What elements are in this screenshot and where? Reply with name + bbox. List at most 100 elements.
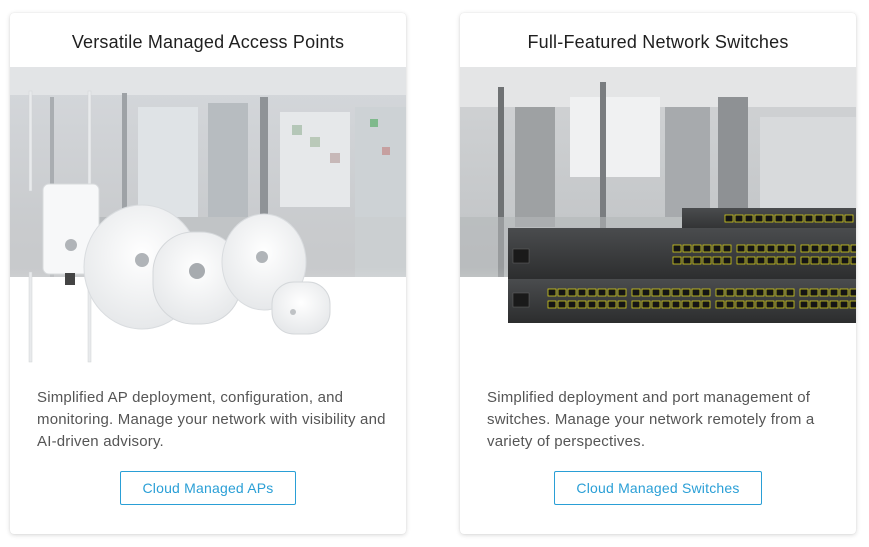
switch-port	[800, 244, 810, 253]
switch-port	[672, 256, 682, 265]
switch-port	[557, 300, 567, 309]
switch-port	[810, 244, 820, 253]
network-switches-card: Full-Featured Network Switches Simplifie…	[460, 13, 856, 534]
switch-port	[641, 300, 651, 309]
switch-port	[766, 244, 776, 253]
switch-port	[682, 256, 692, 265]
switch-port	[834, 214, 844, 223]
switch-port	[744, 214, 754, 223]
switch-port	[607, 288, 617, 297]
switch-port	[587, 288, 597, 297]
switch-port	[617, 288, 627, 297]
switch-port	[712, 244, 722, 253]
switch-port	[800, 256, 810, 265]
switch-port	[824, 214, 834, 223]
switch-port	[830, 244, 840, 253]
switch-port	[840, 244, 850, 253]
switch-port	[785, 300, 795, 309]
cloud-managed-switches-button[interactable]: Cloud Managed Switches	[554, 471, 762, 505]
cloud-managed-aps-button[interactable]: Cloud Managed APs	[120, 471, 296, 505]
switch-port	[784, 214, 794, 223]
switch-port	[774, 214, 784, 223]
switch-port	[715, 300, 725, 309]
switch-port	[712, 256, 722, 265]
switch-port	[809, 300, 819, 309]
switch-port	[776, 244, 786, 253]
switch-port	[725, 288, 735, 297]
switch-port	[631, 288, 641, 297]
switch-port	[766, 256, 776, 265]
card-description: Simplified AP deployment, configuration,…	[37, 389, 386, 450]
switch-port	[794, 214, 804, 223]
switch-port	[850, 256, 856, 265]
switch-port	[661, 300, 671, 309]
switch-port	[839, 300, 849, 309]
switch-port	[819, 288, 829, 297]
switch-port	[587, 300, 597, 309]
switch-port	[764, 214, 774, 223]
card-title: Full-Featured Network Switches	[527, 32, 789, 52]
switch-port	[820, 244, 830, 253]
switch-port	[736, 244, 746, 253]
switch-port	[820, 256, 830, 265]
switch-port	[745, 300, 755, 309]
access-points-card: Versatile Managed Access Points Simplifi…	[10, 13, 406, 534]
switch-port	[810, 256, 820, 265]
switch-port	[701, 288, 711, 297]
switch-port	[567, 300, 577, 309]
switch-port	[839, 288, 849, 297]
card-title: Versatile Managed Access Points	[71, 32, 345, 52]
switch-port	[702, 244, 712, 253]
switch-port	[691, 288, 701, 297]
network-switches-image	[460, 67, 856, 367]
switch-port	[765, 300, 775, 309]
switch-port	[567, 288, 577, 297]
switch-port	[722, 256, 732, 265]
switch-port	[850, 244, 856, 253]
switch-port	[701, 300, 711, 309]
switch-port	[799, 288, 809, 297]
switch-port	[840, 256, 850, 265]
switch-port	[547, 300, 557, 309]
access-points-image	[10, 67, 406, 367]
switch-port	[681, 288, 691, 297]
switch-port	[722, 244, 732, 253]
card-description: Simplified deployment and port managemen…	[487, 389, 815, 450]
switch-port	[786, 256, 796, 265]
switch-port	[775, 300, 785, 309]
switch-port	[577, 288, 587, 297]
switch-port	[799, 300, 809, 309]
switch-port	[557, 288, 567, 297]
switch-port	[692, 244, 702, 253]
switch-port	[755, 288, 765, 297]
switch-port	[672, 244, 682, 253]
switch-port	[607, 300, 617, 309]
switch-port	[715, 288, 725, 297]
switch-port	[661, 288, 671, 297]
switch-port	[754, 214, 764, 223]
switch-port	[745, 288, 755, 297]
switch-port	[735, 300, 745, 309]
switch-port	[765, 288, 775, 297]
switch-port	[724, 214, 734, 223]
switch-port	[734, 214, 744, 223]
switch-port	[786, 244, 796, 253]
switch-port	[651, 288, 661, 297]
switch-port	[597, 288, 607, 297]
switch-port	[631, 300, 641, 309]
switch-port	[829, 288, 839, 297]
switch-port	[776, 256, 786, 265]
switch-port	[735, 288, 745, 297]
switch-port	[755, 300, 765, 309]
switch-port	[756, 244, 766, 253]
switch-port	[681, 300, 691, 309]
switch-port	[692, 256, 702, 265]
switch-port	[746, 256, 756, 265]
switch-port	[671, 300, 681, 309]
switch-port	[641, 288, 651, 297]
switch-port	[617, 300, 627, 309]
switch-port	[756, 256, 766, 265]
switch-port	[819, 300, 829, 309]
switch-port	[577, 300, 587, 309]
switch-port	[691, 300, 701, 309]
